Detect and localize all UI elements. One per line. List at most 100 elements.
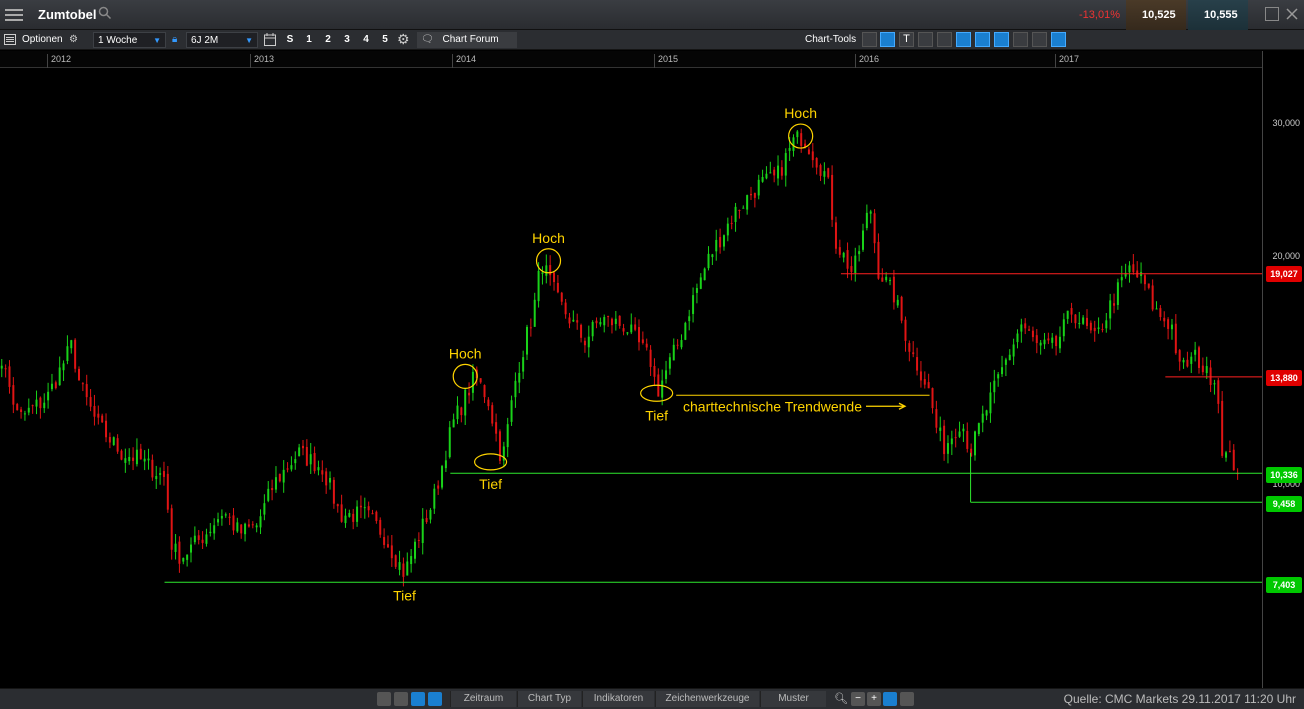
candle-up	[255, 525, 258, 528]
print-icon[interactable]	[1032, 32, 1047, 47]
candle-up	[112, 437, 115, 445]
sell-price-button[interactable]: 10,525 ↯	[1126, 0, 1186, 51]
candle-up	[1082, 317, 1085, 324]
block-icon[interactable]	[394, 692, 408, 706]
candle-down	[105, 420, 108, 438]
hamburger-menu-icon[interactable]	[5, 6, 23, 24]
text-tool-icon[interactable]: T	[899, 32, 914, 47]
candle-down	[4, 368, 7, 370]
candle-up	[444, 460, 447, 469]
buy-price-button[interactable]: 10,555 ↯	[1188, 0, 1248, 51]
candle-down	[1167, 319, 1170, 329]
trendline-tool-icon[interactable]	[880, 32, 895, 47]
candle-up	[1016, 333, 1019, 343]
candle-up	[298, 447, 301, 457]
eraser-icon[interactable]	[428, 692, 442, 706]
candle-tool-icon[interactable]	[956, 32, 971, 47]
candle-up	[1182, 360, 1185, 363]
candle-up	[939, 427, 942, 431]
arrow-left-tool-icon[interactable]	[862, 32, 877, 47]
candle-down	[1074, 314, 1077, 324]
tab-chart-typ[interactable]: Chart Typ	[517, 691, 581, 707]
candle-down	[676, 344, 679, 346]
candle-up	[1225, 452, 1228, 458]
hoch-label-0: Hoch	[449, 345, 482, 361]
detach-window-icon[interactable]	[1265, 7, 1279, 21]
options-gear-icon[interactable]: ⚙	[69, 32, 78, 48]
candle-down	[1178, 350, 1181, 362]
candle-down	[1201, 365, 1204, 373]
close-icon[interactable]	[1285, 7, 1299, 21]
candle-down	[1159, 308, 1162, 317]
tab-zeichenwerkzeuge[interactable]: Zeichenwerkzeuge	[655, 691, 759, 707]
zoom-search-icon[interactable]: 🔍︎	[834, 692, 848, 706]
list-icon[interactable]	[4, 34, 16, 45]
timeframe-1-button[interactable]: 1	[301, 32, 317, 48]
price-chart[interactable]: Hoch Tief Hoch Tief Hoch Tief charttechnische …	[0, 69, 1262, 688]
candle-up	[1008, 354, 1011, 361]
candle-down	[850, 266, 853, 272]
candle-up	[464, 389, 467, 416]
tab-indikatoren[interactable]: Indikatoren	[582, 691, 654, 707]
candle-down	[498, 431, 501, 461]
options-menu[interactable]: Optionen	[22, 32, 63, 48]
refresh-icon[interactable]	[377, 692, 391, 706]
candle-down	[247, 524, 250, 527]
tab-zeitraum[interactable]: Zeitraum	[450, 691, 516, 707]
grid-tool-icon[interactable]	[918, 32, 933, 47]
candle-up	[147, 458, 150, 461]
candle-up	[506, 424, 509, 448]
timeframe-s-button[interactable]: S	[282, 32, 298, 48]
candle-down	[487, 399, 490, 407]
symbol-name[interactable]: Zumtobel	[38, 7, 97, 22]
candle-down	[560, 292, 563, 302]
candle-up	[1109, 300, 1112, 319]
candle-down	[553, 272, 556, 283]
chart-forum-button[interactable]: 🗨︎ Chart Forum	[417, 32, 517, 48]
candle-up	[865, 212, 868, 229]
candle-down	[321, 470, 324, 475]
fit-zoom-icon[interactable]	[883, 692, 897, 706]
candle-up	[765, 173, 768, 179]
candle-up	[190, 544, 192, 553]
candle-down	[460, 407, 463, 416]
candle-down	[1024, 323, 1027, 329]
candle-down	[251, 524, 254, 526]
settings-tool-icon[interactable]	[1051, 32, 1066, 47]
calendar-icon[interactable]	[264, 33, 276, 46]
keyboard-icon[interactable]	[900, 692, 914, 706]
search-icon[interactable]	[98, 6, 112, 20]
marker-circle-1	[473, 453, 508, 471]
candle-down	[645, 343, 648, 348]
candle-down	[1055, 335, 1058, 347]
candle-down	[916, 357, 919, 371]
candle-down	[340, 504, 343, 522]
candle-down	[900, 296, 903, 321]
crosshair-tool-icon[interactable]	[975, 32, 990, 47]
timeframe-5-button[interactable]: 5	[377, 32, 393, 48]
candle-up	[23, 413, 26, 415]
candle-up	[1194, 349, 1197, 355]
fibonacci-tool-icon[interactable]	[937, 32, 952, 47]
zoom-in-icon[interactable]: +	[867, 692, 881, 706]
zoom-out-icon[interactable]: −	[851, 692, 865, 706]
settings-gear-icon[interactable]: ⚙	[397, 32, 410, 48]
compare-tool-icon[interactable]	[994, 32, 1009, 47]
candle-up	[1043, 339, 1046, 345]
pencil-icon[interactable]	[411, 692, 425, 706]
lock-icon[interactable]: 🔒︎	[172, 32, 177, 48]
price-tag-7403: 7,403	[1266, 577, 1302, 593]
timeframe-2-button[interactable]: 2	[320, 32, 336, 48]
candle-up	[182, 557, 185, 562]
candle-down	[834, 222, 837, 249]
candle-down	[912, 352, 915, 355]
candles-layer	[0, 128, 1239, 587]
range-select[interactable]: 6J 2M ▼	[186, 32, 258, 48]
interval-select[interactable]: 1 Woche ▼	[93, 32, 166, 48]
shape-tool-icon[interactable]	[1013, 32, 1028, 47]
candle-down	[170, 508, 173, 550]
candle-up	[769, 172, 772, 174]
timeframe-3-button[interactable]: 3	[339, 32, 355, 48]
tab-muster[interactable]: Muster	[760, 691, 826, 707]
timeframe-4-button[interactable]: 4	[358, 32, 374, 48]
